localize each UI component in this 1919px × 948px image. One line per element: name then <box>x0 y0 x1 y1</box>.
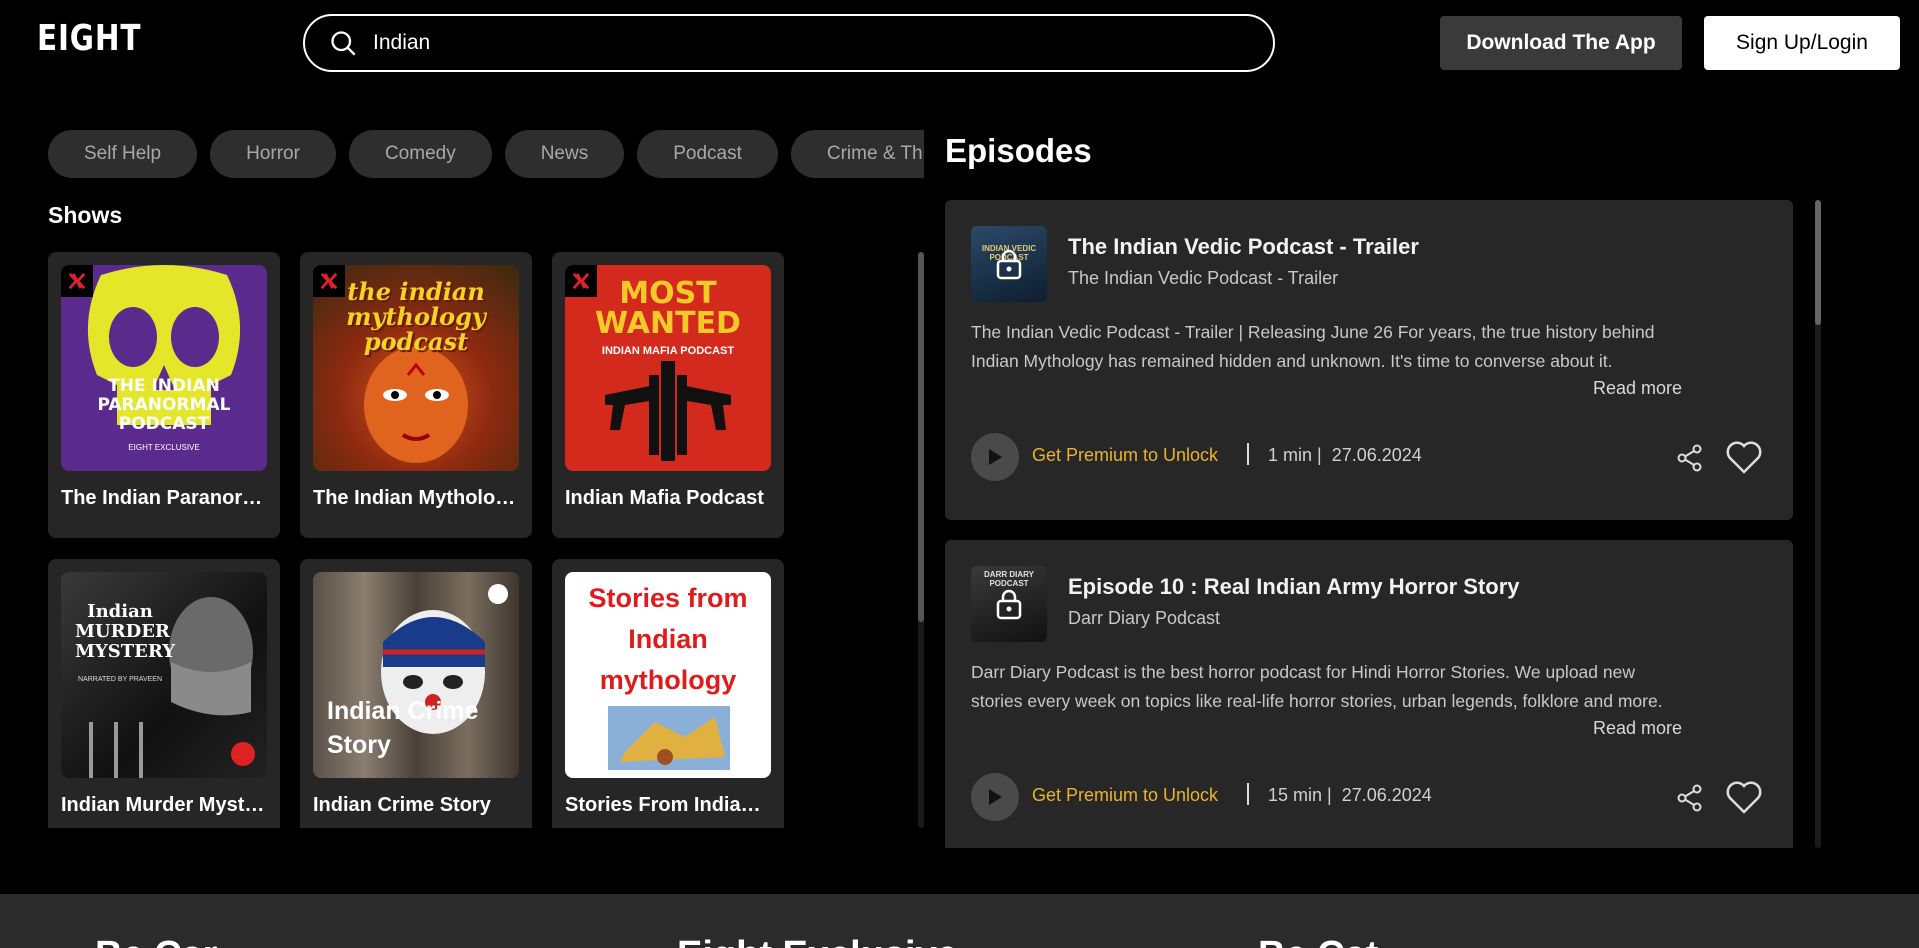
shows-grid: THE INDIAN PARANORMAL PODCAST EIGHT EXCL… <box>48 252 788 828</box>
divider <box>1247 783 1249 805</box>
artwork-title: Indian MURDER MYSTERY <box>75 601 176 662</box>
episode-meta: 1 min | 27.06.2024 <box>1268 445 1422 465</box>
artwork-title: THE INDIAN PARANORMAL PODCAST <box>97 376 231 434</box>
show-artwork: the indian mythology podcast <box>313 265 519 471</box>
get-premium-link[interactable]: Get Premium to Unlock <box>1032 785 1218 806</box>
chip-comedy[interactable]: Comedy <box>348 130 492 178</box>
show-title: Indian Mafia Podcast <box>565 487 764 509</box>
show-artwork: THE INDIAN PARANORMAL PODCAST EIGHT EXCL… <box>61 265 267 471</box>
search-icon <box>331 31 356 56</box>
artwork-subtitle: NARRATED BY PRAVEEN <box>77 676 163 683</box>
episode-title[interactable]: The Indian Vedic Podcast - Trailer <box>1068 234 1419 260</box>
exclusive-badge-icon <box>565 265 597 297</box>
episode-thumbnail: INDIAN VEDIC PODCAST <box>971 226 1047 302</box>
eight-logo[interactable]: EIGHT <box>37 18 141 59</box>
artwork-title: Indian Crime Story <box>327 697 479 759</box>
get-premium-link[interactable]: Get Premium to Unlock <box>1032 445 1218 466</box>
show-card[interactable]: Indian MURDER MYSTERY NARRATED BY PRAVEE… <box>48 559 280 828</box>
search-bar[interactable] <box>303 14 1275 72</box>
episode-show-name[interactable]: Darr Diary Podcast <box>1068 608 1220 629</box>
footer-heading: Be Cat <box>1258 934 1378 948</box>
footer: Be Car Eight Exclusive Be Cat <box>0 894 1919 948</box>
shows-scrollbar-thumb[interactable] <box>918 252 924 622</box>
episode-show-name[interactable]: The Indian Vedic Podcast - Trailer <box>1068 268 1338 289</box>
read-more-link[interactable]: Read more <box>1593 378 1682 399</box>
lock-icon <box>971 226 1047 302</box>
episode-thumbnail: DARR DIARY PODCAST <box>971 566 1047 642</box>
signup-login-button[interactable]: Sign Up/Login <box>1704 16 1900 70</box>
show-card[interactable]: Stories from Indian mythology Stories Fr… <box>552 559 784 828</box>
category-chips: Self Help Horror Comedy News Podcast Crime & … <box>48 130 924 178</box>
show-card[interactable]: MOST WANTED INDIAN MAFIA PODCAST Indian … <box>552 252 784 538</box>
read-more-link[interactable]: Read more <box>1593 718 1682 739</box>
share-icon[interactable] <box>1675 443 1705 473</box>
episodes-list: INDIAN VEDIC PODCAST The Indian Vedic Po… <box>945 200 1793 848</box>
show-title: The Indian Mythology Podcast <box>313 487 519 509</box>
show-title: The Indian Paranormal Podcast <box>61 487 267 509</box>
episodes-scrollbar-thumb[interactable] <box>1815 200 1821 325</box>
shows-heading: Shows <box>48 202 123 228</box>
exclusive-badge-icon <box>61 265 93 297</box>
episodes-heading: Episodes <box>945 132 1092 169</box>
download-app-button[interactable]: Download The App <box>1440 16 1682 70</box>
show-card[interactable]: THE INDIAN PARANORMAL PODCAST EIGHT EXCL… <box>48 252 280 538</box>
chip-news[interactable]: News <box>504 130 625 178</box>
divider <box>1247 443 1249 465</box>
show-artwork: Indian Crime Story <box>313 572 519 778</box>
search-input[interactable] <box>373 31 1173 55</box>
chip-self-help[interactable]: Self Help <box>48 130 198 178</box>
show-artwork: Indian MURDER MYSTERY NARRATED BY PRAVEE… <box>61 572 267 778</box>
show-card[interactable]: Indian Crime Story Indian Crime Story <box>300 559 532 828</box>
show-title: Indian Murder Mystery <box>61 794 267 816</box>
play-button[interactable] <box>971 773 1019 821</box>
heart-icon[interactable] <box>1725 439 1763 475</box>
play-button[interactable] <box>971 433 1019 481</box>
share-icon[interactable] <box>1675 783 1705 813</box>
lock-icon <box>971 566 1047 642</box>
show-artwork: Stories from Indian mythology <box>565 572 771 778</box>
show-card[interactable]: the indian mythology podcast The Indian … <box>300 252 532 538</box>
exclusive-badge-icon <box>313 265 345 297</box>
footer-heading: Be Car <box>95 934 218 948</box>
chip-crime-thriller[interactable]: Crime & Thriller <box>790 130 924 178</box>
chip-podcast[interactable]: Podcast <box>637 130 778 178</box>
chariot-painting-icon <box>608 706 730 770</box>
heart-icon[interactable] <box>1725 779 1763 815</box>
chip-horror[interactable]: Horror <box>210 130 336 178</box>
artwork-subtitle: EIGHT EXCLUSIVE <box>128 443 200 452</box>
episode-card[interactable]: INDIAN VEDIC PODCAST The Indian Vedic Po… <box>945 200 1793 520</box>
episode-title[interactable]: Episode 10 : Real Indian Army Horror Sto… <box>1068 574 1520 600</box>
episode-meta: 15 min | 27.06.2024 <box>1268 785 1432 805</box>
show-title: Stories From Indian Mythology <box>565 794 771 816</box>
show-artwork: MOST WANTED INDIAN MAFIA PODCAST <box>565 265 771 471</box>
episode-description: Darr Diary Podcast is the best horror po… <box>971 662 1663 711</box>
play-icon <box>989 789 1002 805</box>
show-title: Indian Crime Story <box>313 794 491 816</box>
episode-card[interactable]: DARR DIARY PODCAST Episode 10 : Real Ind… <box>945 540 1793 848</box>
play-icon <box>989 449 1002 465</box>
episode-description: The Indian Vedic Podcast - Trailer | Rel… <box>971 322 1655 371</box>
footer-heading: Eight Exclusive <box>677 934 958 948</box>
